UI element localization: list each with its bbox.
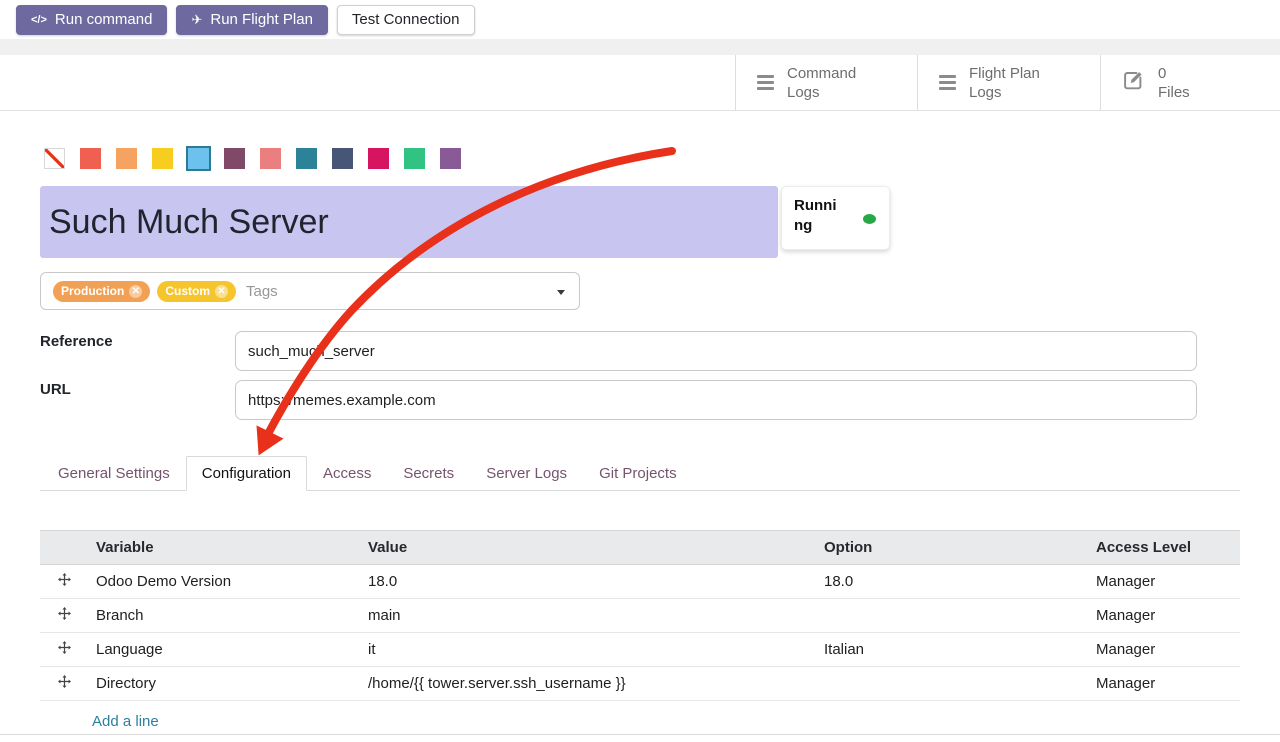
cell-variable[interactable]: Odoo Demo Version <box>88 565 360 599</box>
handle-column-header <box>40 531 88 565</box>
drag-handle-icon[interactable] <box>40 565 88 599</box>
color-swatch[interactable] <box>80 148 101 169</box>
color-swatch[interactable] <box>368 148 389 169</box>
stats-header: CommandLogs Flight PlanLogs 0Files <box>0 55 1280 111</box>
cell-access-level[interactable]: Manager <box>1088 599 1240 633</box>
cell-access-level[interactable]: Manager <box>1088 565 1240 599</box>
column-header-value: Value <box>360 531 816 565</box>
cell-option[interactable] <box>816 667 1088 701</box>
color-swatch[interactable] <box>332 148 353 169</box>
cell-option[interactable]: 18.0 <box>816 565 1088 599</box>
tag[interactable]: Custom ✕ <box>157 281 236 302</box>
server-form-page: </> Run command ✈ Run Flight Plan Test C… <box>0 0 1280 742</box>
status-badge[interactable]: Running <box>781 186 890 250</box>
table-row: Language it Italian Manager <box>40 633 1240 667</box>
run-flight-plan-button[interactable]: ✈ Run Flight Plan <box>176 5 327 35</box>
tag[interactable]: Production ✕ <box>53 281 150 302</box>
url-label: URL <box>40 381 71 398</box>
add-line-row: Add a line <box>40 701 1240 742</box>
color-swatch[interactable] <box>440 148 461 169</box>
color-picker <box>44 148 461 169</box>
cell-option[interactable]: Italian <box>816 633 1088 667</box>
cell-value[interactable]: it <box>360 633 816 667</box>
status-dot <box>863 214 876 224</box>
run-command-button[interactable]: </> Run command <box>16 5 167 35</box>
drag-handle-icon[interactable] <box>40 633 88 667</box>
test-connection-label: Test Connection <box>352 11 460 28</box>
color-swatch[interactable] <box>404 148 425 169</box>
cell-access-level[interactable]: Manager <box>1088 633 1240 667</box>
cell-variable[interactable]: Directory <box>88 667 360 701</box>
plane-icon: ✈ <box>191 12 202 28</box>
tags-input[interactable]: Production ✕ Custom ✕ Tags <box>40 272 580 310</box>
color-swatch[interactable] <box>296 148 317 169</box>
tab-access[interactable]: Access <box>307 456 387 491</box>
run-flight-plan-label: Run Flight Plan <box>210 11 313 28</box>
add-line-link[interactable]: Add a line <box>92 713 159 730</box>
drag-handle-icon[interactable] <box>40 599 88 633</box>
url-input[interactable] <box>235 380 1197 420</box>
column-header-variable: Variable <box>88 531 360 565</box>
variables-table: Variable Value Option Access Level Odoo … <box>40 530 1240 742</box>
tab-git-projects[interactable]: Git Projects <box>583 456 693 491</box>
reference-label: Reference <box>40 333 113 350</box>
server-name-input[interactable]: Such Much Server <box>40 186 778 258</box>
color-swatch[interactable] <box>152 148 173 169</box>
divider-band <box>0 39 1280 55</box>
color-swatch[interactable] <box>224 148 245 169</box>
cell-value[interactable]: 18.0 <box>360 565 816 599</box>
reference-input[interactable] <box>235 331 1197 371</box>
edit-icon <box>1122 69 1145 96</box>
table-header-row: Variable Value Option Access Level <box>40 531 1240 565</box>
code-icon: </> <box>31 14 47 26</box>
files-label: 0Files <box>1158 64 1190 102</box>
chevron-down-icon[interactable] <box>557 290 565 295</box>
table-row: Branch main Manager <box>40 599 1240 633</box>
cell-option[interactable] <box>816 599 1088 633</box>
remove-tag-icon[interactable]: ✕ <box>129 285 142 298</box>
menu-icon <box>939 75 956 90</box>
table-row: Directory /home/{{ tower.server.ssh_user… <box>40 667 1240 701</box>
color-swatch[interactable] <box>260 148 281 169</box>
tab-secrets[interactable]: Secrets <box>387 456 470 491</box>
cell-value[interactable]: /home/{{ tower.server.ssh_username }} <box>360 667 816 701</box>
tags-placeholder: Tags <box>246 283 278 300</box>
menu-icon <box>757 75 774 90</box>
color-swatch[interactable] <box>44 148 65 169</box>
command-logs-button[interactable]: CommandLogs <box>735 55 917 110</box>
top-toolbar: </> Run command ✈ Run Flight Plan Test C… <box>0 0 1280 39</box>
cell-access-level[interactable]: Manager <box>1088 667 1240 701</box>
sheet-bottom-border <box>0 734 1280 735</box>
tab-server-logs[interactable]: Server Logs <box>470 456 583 491</box>
tag-label: Production <box>61 284 124 298</box>
status-label: Running <box>794 196 844 236</box>
column-header-option: Option <box>816 531 1088 565</box>
command-logs-label: CommandLogs <box>787 64 856 102</box>
flight-plan-logs-button[interactable]: Flight PlanLogs <box>917 55 1100 110</box>
tag-label: Custom <box>165 284 210 298</box>
tab-general-settings[interactable]: General Settings <box>42 456 186 491</box>
tab-configuration[interactable]: Configuration <box>186 456 307 491</box>
table-row: Odoo Demo Version 18.0 18.0 Manager <box>40 565 1240 599</box>
test-connection-button[interactable]: Test Connection <box>337 5 475 35</box>
run-command-label: Run command <box>55 11 153 28</box>
remove-tag-icon[interactable]: ✕ <box>215 285 228 298</box>
cell-variable[interactable]: Branch <box>88 599 360 633</box>
color-swatch[interactable] <box>116 148 137 169</box>
drag-handle-icon[interactable] <box>40 667 88 701</box>
files-button[interactable]: 0Files <box>1100 55 1280 110</box>
cell-variable[interactable]: Language <box>88 633 360 667</box>
cell-value[interactable]: main <box>360 599 816 633</box>
color-swatch[interactable] <box>188 148 209 169</box>
flight-plan-logs-label: Flight PlanLogs <box>969 64 1040 102</box>
column-header-access-level: Access Level <box>1088 531 1240 565</box>
notebook-tabs: General Settings Configuration Access Se… <box>40 454 1240 491</box>
